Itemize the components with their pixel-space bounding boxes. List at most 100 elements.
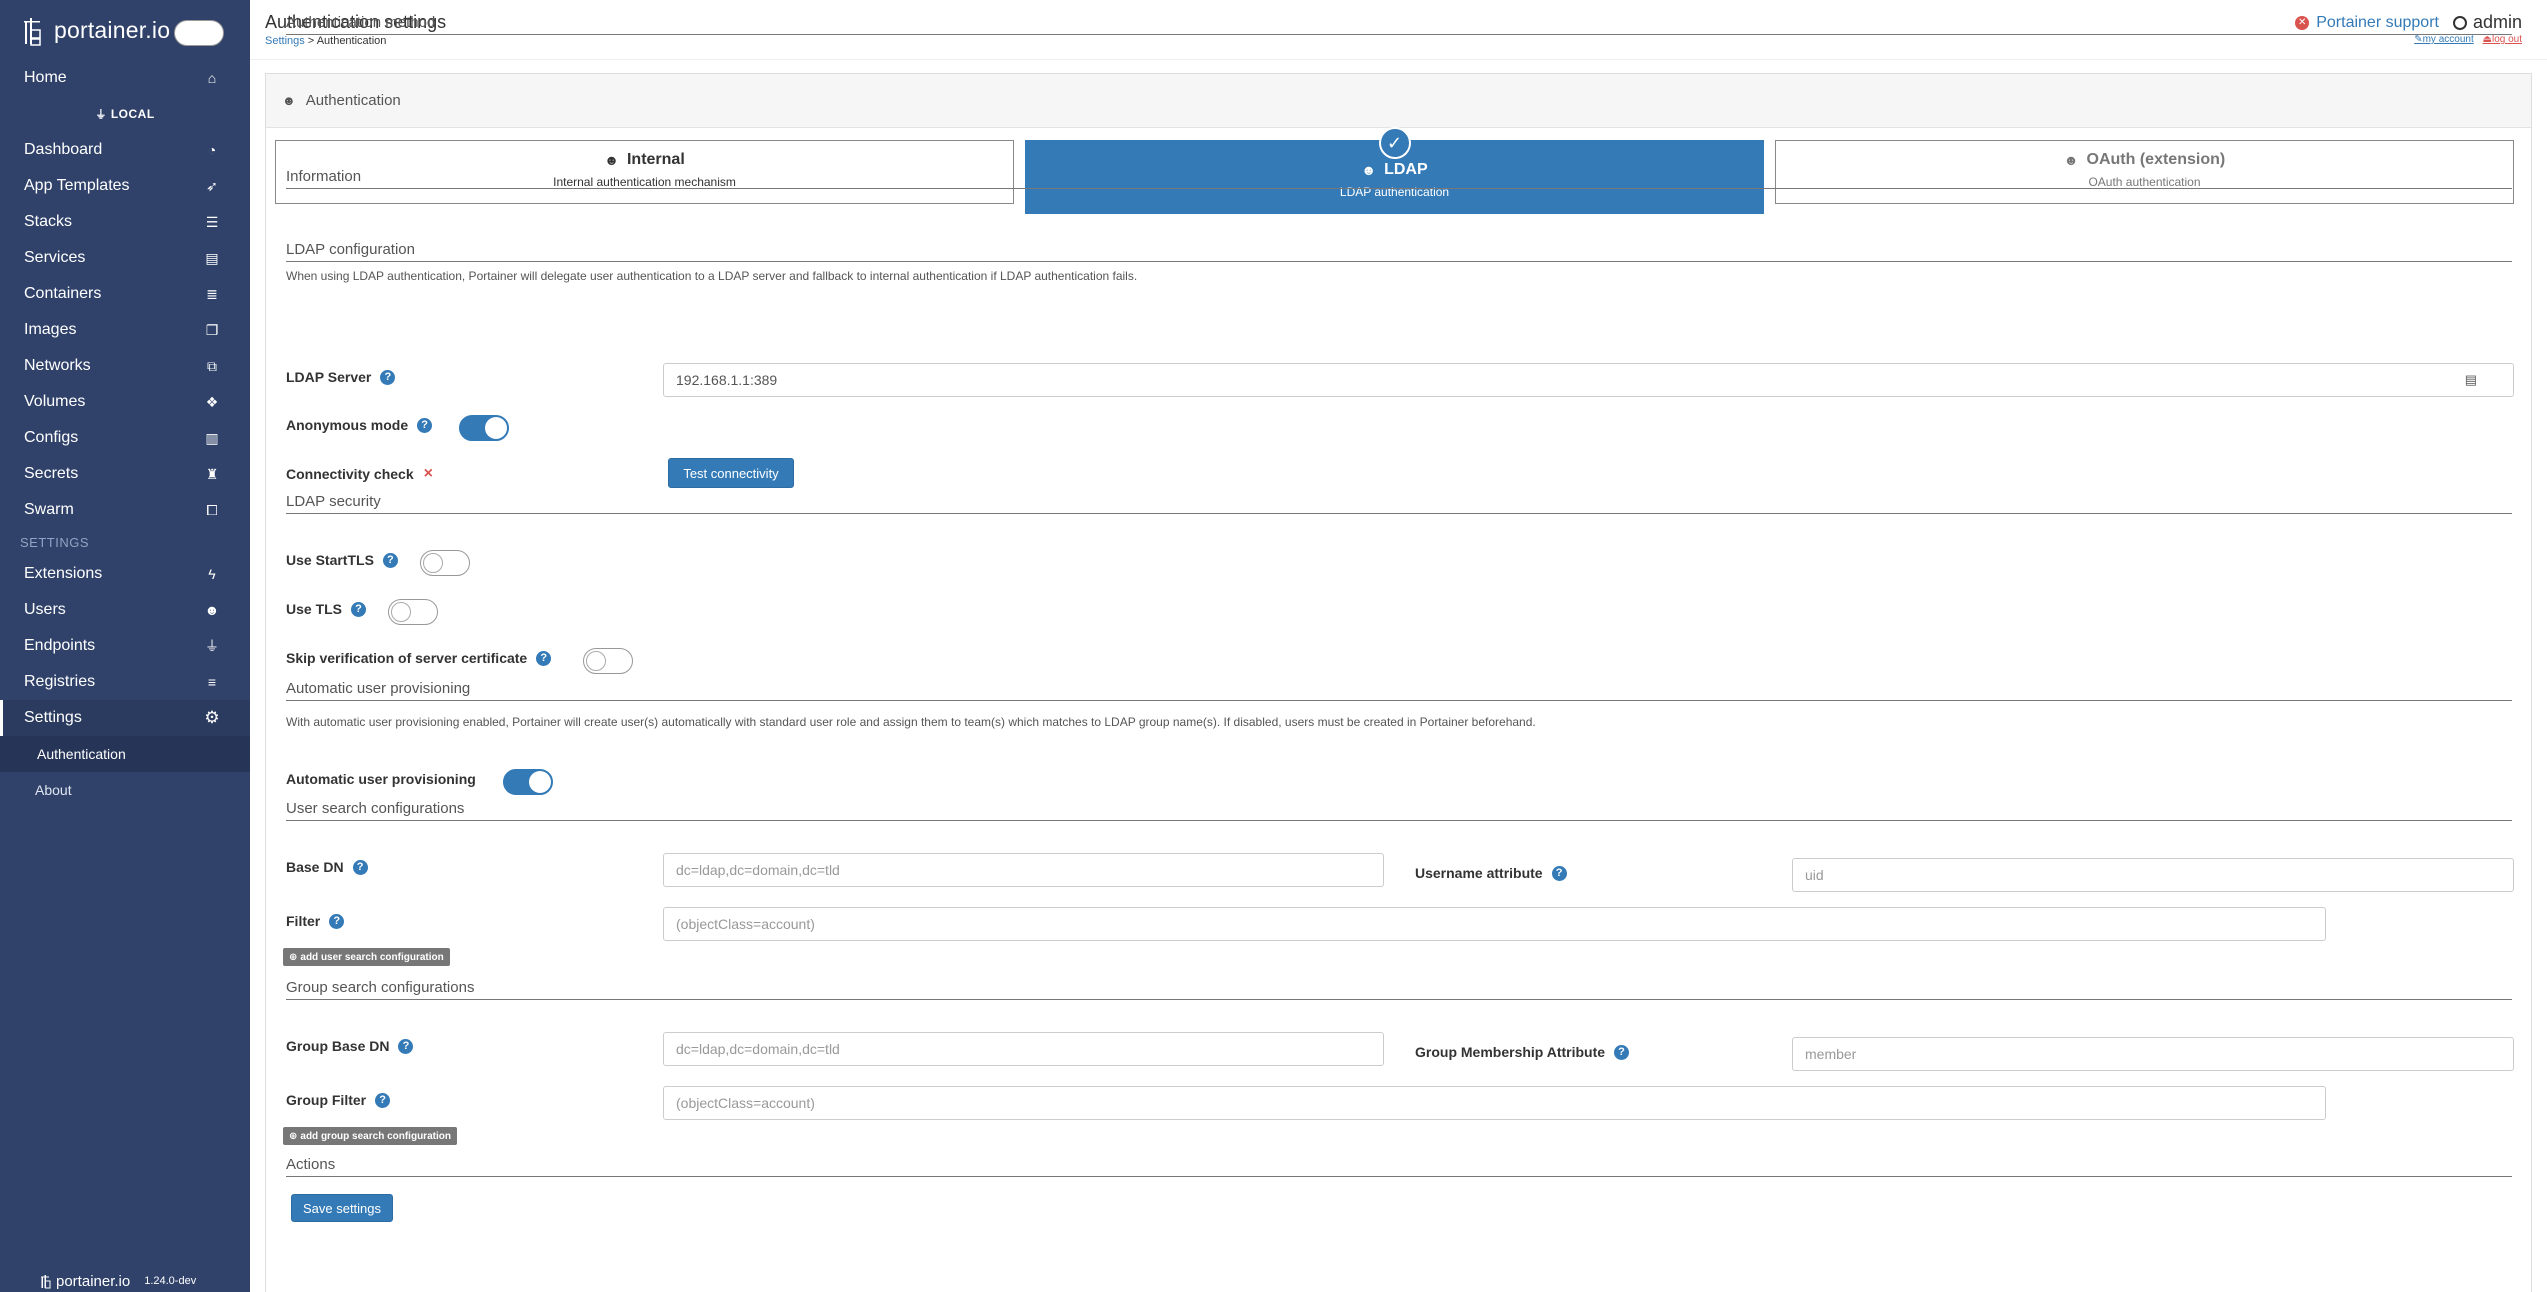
- portainer-logo-icon: [24, 18, 41, 46]
- containers-icon: ≣: [206, 285, 218, 302]
- user-secret-icon: ♜: [205, 465, 219, 482]
- sidebar-subitem-authentication[interactable]: Authentication: [0, 736, 250, 772]
- help-icon[interactable]: ?: [351, 601, 367, 617]
- sidebar-item-volumes[interactable]: Volumes ❖: [0, 384, 250, 420]
- endpoint-label: LOCAL: [110, 107, 155, 121]
- sidebar-item-settings[interactable]: Settings ⚙: [0, 700, 250, 736]
- starttls-label: Use StartTLS?: [286, 552, 398, 568]
- username-attribute-input[interactable]: uid: [1792, 858, 2514, 892]
- cogs-icon: ⚙: [204, 708, 220, 727]
- label-text: Anonymous mode: [286, 417, 409, 433]
- help-icon[interactable]: ?: [398, 1038, 414, 1054]
- ldap-server-input[interactable]: 192.168.1.1:389 ▤: [663, 363, 2514, 397]
- help-icon[interactable]: ?: [375, 1092, 391, 1108]
- help-icon[interactable]: ?: [382, 552, 398, 568]
- sidebar-item-dashboard[interactable]: Dashboard ◔: [0, 132, 250, 168]
- sidebar-subitem-about[interactable]: About: [0, 772, 250, 808]
- portainer-logo-icon: [41, 1275, 51, 1289]
- add-user-search-button[interactable]: ⊕ add user search configuration: [283, 948, 450, 966]
- panel-body: Authentication method ☻ Internal Internal…: [266, 14, 2531, 1292]
- group-base-dn-input[interactable]: dc=ldap,dc=domain,dc=tld: [663, 1032, 1384, 1066]
- sidebar-item-label: Swarm: [24, 501, 74, 518]
- clipboard-icon[interactable]: ▤: [2465, 372, 2477, 388]
- help-icon[interactable]: ?: [417, 417, 433, 433]
- connectivity-check-label: Connectivity check ×: [286, 465, 433, 483]
- sidebar-item-images[interactable]: Images ❐: [0, 312, 250, 348]
- sidebar: portainer.io ⇄ Home ⌂ ⏚ LOCAL Dashboard ◔…: [0, 0, 250, 1292]
- users-icon: ☻: [2063, 152, 2079, 168]
- base-dn-input[interactable]: dc=ldap,dc=domain,dc=tld: [663, 853, 1384, 887]
- method-title-text: OAuth (extension): [2086, 151, 2226, 168]
- label-text: LDAP Server: [286, 369, 372, 385]
- sidebar-item-services[interactable]: Services ▤: [0, 240, 250, 276]
- sidebar-item-label: Configs: [24, 429, 79, 446]
- label-text: Username attribute: [1415, 865, 1543, 881]
- sidebar-item-configs[interactable]: Configs ▥: [0, 420, 250, 456]
- add-group-search-button[interactable]: ⊕ add group search configuration: [283, 1127, 457, 1145]
- database-icon: ≡: [207, 674, 217, 690]
- plus-circle-icon: ⊕: [289, 951, 298, 963]
- test-connectivity-button[interactable]: Test connectivity: [668, 458, 794, 488]
- section-ldap-security: LDAP security: [286, 493, 2512, 514]
- group-filter-input[interactable]: (objectClass=account): [663, 1086, 2326, 1120]
- wrench-icon: ✎: [2414, 34, 2423, 45]
- sidebar-item-extensions[interactable]: Extensions ϟ: [0, 556, 250, 592]
- authentication-panel: ☻ Authentication Authentication method ☻…: [265, 14, 2532, 1292]
- anonymous-mode-label: Anonymous mode?: [286, 417, 433, 433]
- skip-verify-label: Skip verification of server certificate?: [286, 650, 552, 666]
- toggle-knob: [530, 772, 550, 792]
- my-account-link[interactable]: ✎my account: [2414, 34, 2474, 45]
- label-text: Use StartTLS: [286, 552, 374, 568]
- plus-circle-icon: ⊕: [289, 1130, 298, 1142]
- dashboard-icon: ◔: [207, 142, 217, 158]
- breadcrumb-separator: >: [304, 35, 317, 47]
- sidebar-item-label: Services: [24, 249, 86, 266]
- tls-toggle[interactable]: [388, 599, 438, 625]
- sidebar-item-secrets[interactable]: Secrets ♜: [0, 456, 250, 492]
- help-icon[interactable]: ?: [536, 650, 552, 666]
- sidebar-item-label: App Templates: [24, 177, 130, 194]
- help-icon[interactable]: ?: [1614, 1044, 1630, 1060]
- anonymous-mode-toggle[interactable]: [459, 415, 509, 441]
- save-settings-button[interactable]: Save settings: [291, 1194, 393, 1222]
- sidebar-item-registries[interactable]: Registries ≡: [0, 664, 250, 700]
- account-links: ✎my account ⏏log out: [2408, 34, 2522, 45]
- sidebar-item-containers[interactable]: Containers ≣: [0, 276, 250, 312]
- button-label: add group search configuration: [300, 1130, 451, 1142]
- sidebar-item-stacks[interactable]: Stacks ☰: [0, 204, 250, 240]
- check-icon: ✓: [1378, 127, 1411, 159]
- label-text: Filter: [286, 913, 321, 929]
- label-text: Connectivity check: [286, 466, 414, 482]
- sidebar-item-swarm[interactable]: Swarm ⧠: [0, 492, 250, 528]
- log-out-link[interactable]: ⏏log out: [2483, 34, 2522, 45]
- brand[interactable]: portainer.io ⇄: [0, 0, 250, 60]
- method-title-text: Internal: [626, 151, 685, 168]
- settings-heading: SETTINGS: [20, 534, 90, 550]
- breadcrumb-settings-link[interactable]: Settings: [265, 35, 305, 47]
- help-icon[interactable]: ?: [380, 369, 396, 385]
- help-icon[interactable]: ?: [329, 913, 345, 929]
- sidebar-item-app-templates[interactable]: App Templates ➶: [0, 168, 250, 204]
- sidebar-item-networks[interactable]: Networks ⧉: [0, 348, 250, 384]
- swap-icon[interactable]: ⇄: [174, 20, 224, 46]
- starttls-toggle[interactable]: [420, 550, 470, 576]
- sidebar-item-endpoints[interactable]: Endpoints ⏚: [0, 628, 250, 664]
- auto-provisioning-toggle[interactable]: [503, 769, 553, 795]
- filter-input[interactable]: (objectClass=account): [663, 907, 2326, 941]
- sidebar-item-home[interactable]: Home ⌂: [0, 60, 250, 96]
- ldap-server-label: LDAP Server?: [286, 369, 396, 385]
- users-icon: ☻: [282, 93, 296, 108]
- home-icon: ⌂: [207, 70, 217, 86]
- skip-verify-toggle[interactable]: [583, 648, 633, 674]
- label-text: Automatic user provisioning: [286, 771, 476, 787]
- sidebar-item-users[interactable]: Users ☻: [0, 592, 250, 628]
- toggle-knob: [586, 651, 606, 671]
- version-label: 1.24.0-dev: [144, 1275, 197, 1287]
- cubes-icon: ❖: [205, 393, 219, 410]
- help-icon[interactable]: ?: [352, 859, 368, 875]
- help-icon[interactable]: ?: [1551, 865, 1567, 881]
- sidebar-item-label: Networks: [24, 357, 91, 374]
- group-membership-attribute-input[interactable]: member: [1792, 1037, 2514, 1071]
- sidebar-item-label: Dashboard: [24, 141, 103, 158]
- button-label: add user search configuration: [300, 951, 444, 963]
